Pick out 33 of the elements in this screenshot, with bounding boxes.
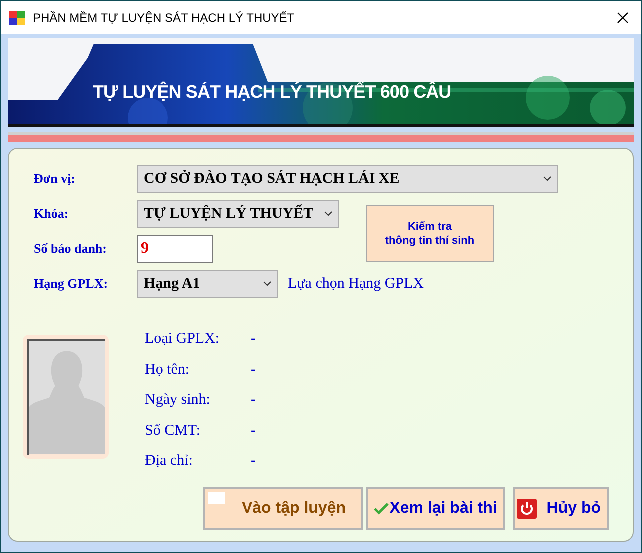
- info-label: Số CMT:: [145, 422, 202, 440]
- info-value: -: [251, 360, 256, 380]
- info-value: -: [251, 391, 256, 410]
- check-icon: [374, 502, 389, 514]
- dropdown-caret-icon: [263, 281, 272, 287]
- blank-icon: [208, 492, 225, 504]
- check-info-button[interactable]: Kiểm tra thông tin thí sinh: [366, 205, 494, 262]
- dropdown[interactable]: CƠ SỞ ĐÀO TẠO SÁT HẠCH LÁI XE: [137, 165, 558, 193]
- field-label: Hạng GPLX:: [34, 275, 110, 294]
- banner-title: TỰ LUYỆN SÁT HẠCH LÝ THUYẾT 600 CÂU: [93, 83, 452, 101]
- start-practice-button[interactable]: Vào tập luyện: [203, 487, 363, 530]
- cancel-button[interactable]: Hủy bỏ: [513, 487, 609, 530]
- info-label: Họ tên:: [145, 360, 191, 380]
- app-icon: [9, 10, 25, 24]
- window-title: PHẦN MỀM TỰ LUYỆN SÁT HẠCH LÝ THUYẾT: [33, 10, 295, 26]
- field-label: Khóa:: [34, 205, 70, 224]
- info-value: -: [251, 452, 256, 471]
- dropdown[interactable]: Hạng A1: [137, 270, 278, 298]
- info-label: Địa chỉ:: [145, 452, 194, 471]
- info-value: -: [251, 422, 256, 440]
- dropdown[interactable]: TỰ LUYỆN LÝ THUYẾT: [137, 200, 339, 228]
- power-icon: [517, 498, 537, 518]
- field-label: Đơn vị:: [34, 170, 77, 188]
- dropdown-caret-icon: [543, 176, 552, 182]
- info-label: Loại GPLX:: [145, 330, 221, 349]
- input-field[interactable]: 9: [137, 235, 213, 263]
- info-value: -: [251, 330, 256, 349]
- hint-text: Lựa chọn Hạng GPLX: [288, 274, 424, 294]
- field-label: Số báo danh:: [34, 240, 108, 258]
- close-icon[interactable]: [617, 12, 629, 24]
- review-exam-button[interactable]: Xem lại bài thi: [366, 487, 505, 530]
- info-label: Ngày sinh:: [145, 391, 212, 410]
- dropdown-caret-icon: [324, 211, 333, 217]
